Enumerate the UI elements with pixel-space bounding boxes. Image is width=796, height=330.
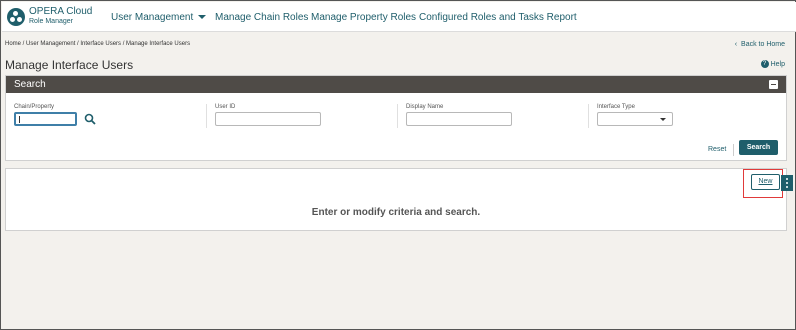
text-cursor [19, 116, 20, 123]
search-icon[interactable] [84, 113, 96, 125]
interface-type-select[interactable] [597, 112, 673, 126]
new-button[interactable]: New [751, 174, 780, 190]
app-frame: OPERA Cloud Role Manager User Management… [0, 0, 796, 330]
empty-results-message: Enter or modify criteria and search. [311, 207, 481, 218]
field-divider [588, 104, 589, 128]
help-label: Help [770, 60, 785, 68]
field-divider [397, 104, 398, 128]
breadcrumb[interactable]: Home / User Management / Interface Users… [5, 41, 190, 47]
field-divider [206, 104, 207, 128]
brand-subtitle: Role Manager [29, 18, 73, 25]
nav-configured-roles-report[interactable]: Configured Roles and Tasks Report [419, 12, 577, 23]
chevron-down-icon [660, 118, 666, 121]
page-title: Manage Interface Users [5, 58, 134, 72]
search-panel-title: Search [14, 79, 46, 90]
brand-title[interactable]: OPERA Cloud [29, 7, 92, 17]
interface-type-label: Interface Type [597, 104, 635, 110]
back-to-home-link[interactable]: ‹ Back to Home [735, 41, 785, 48]
reset-link[interactable]: Reset [708, 146, 726, 153]
top-nav: OPERA Cloud Role Manager User Management… [2, 2, 796, 32]
chain-property-label: Chain/Property [14, 104, 55, 110]
nav-manage-chain-roles[interactable]: Manage Chain Roles [215, 12, 308, 23]
display-name-label: Display Name [406, 104, 444, 110]
chain-property-input[interactable] [14, 112, 77, 126]
user-id-input[interactable] [215, 112, 321, 126]
help-icon: ? [760, 60, 769, 68]
nav-user-management[interactable]: User Management [111, 12, 207, 23]
search-panel: Search Chain/Property User ID Display Na… [5, 75, 787, 161]
nav-manage-property-roles[interactable]: Manage Property Roles [311, 12, 416, 23]
more-vertical-icon[interactable] [781, 175, 793, 191]
nav-user-management-label: User Management [111, 12, 194, 23]
results-panel: Enter or modify criteria and search. New [5, 168, 793, 231]
logo-icon[interactable] [7, 8, 25, 26]
chevron-left-icon: ‹ [734, 41, 738, 48]
button-separator [733, 144, 734, 156]
search-panel-header: Search [6, 76, 786, 93]
chevron-down-icon [198, 15, 207, 20]
search-button[interactable]: Search [739, 140, 778, 155]
user-id-label: User ID [215, 104, 236, 110]
display-name-input[interactable] [406, 112, 512, 126]
back-to-home-label: Back to Home [741, 41, 785, 48]
collapse-icon[interactable] [769, 80, 778, 89]
help-link[interactable]: ? Help [760, 60, 785, 68]
